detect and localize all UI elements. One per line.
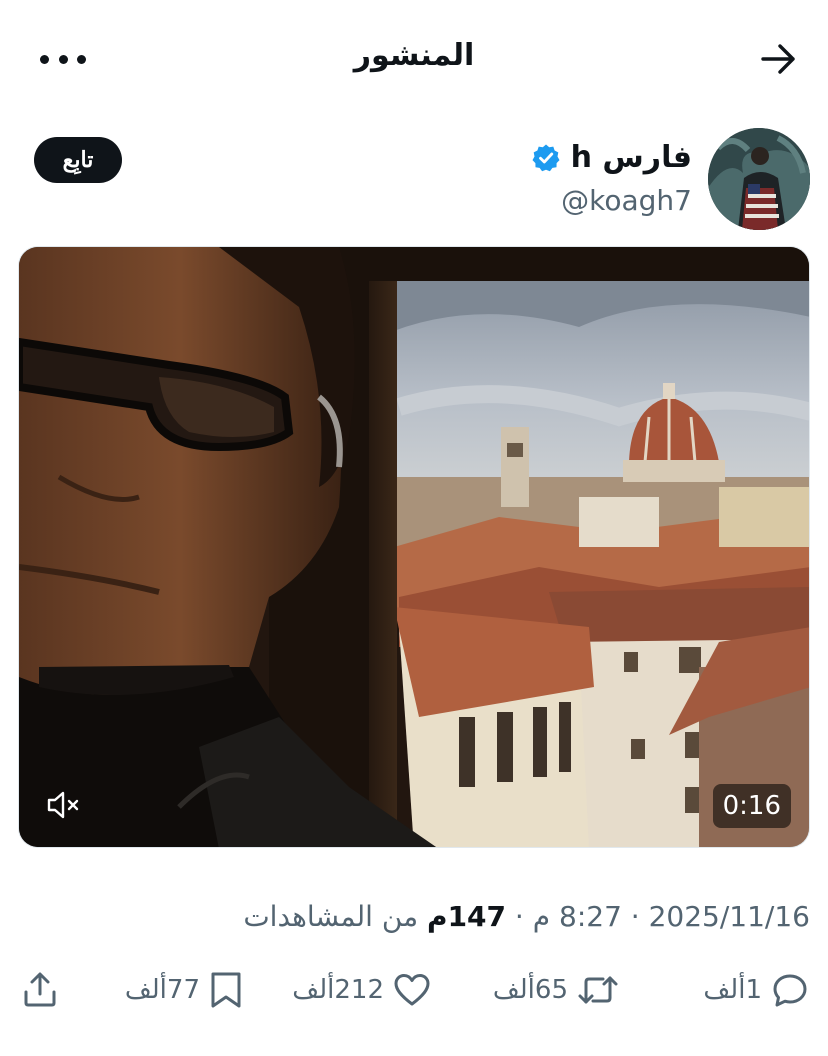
author-name-row: فارس h bbox=[531, 140, 692, 175]
speaker-muted-icon bbox=[47, 791, 79, 819]
author-name[interactable]: فارس h bbox=[571, 140, 692, 175]
video-duration: 0:16 bbox=[712, 784, 791, 828]
bookmark-button[interactable]: 77ألف bbox=[125, 960, 244, 1020]
reply-button[interactable]: 1ألف bbox=[703, 960, 810, 1020]
bookmark-icon bbox=[211, 972, 241, 1008]
avatar-image bbox=[708, 128, 810, 230]
meta-separator: · bbox=[621, 900, 640, 933]
repost-icon bbox=[578, 976, 618, 1004]
heart-icon bbox=[394, 974, 430, 1006]
author-handle[interactable]: @koagh7 bbox=[561, 184, 692, 217]
avatar[interactable] bbox=[708, 128, 810, 230]
verified-badge-icon bbox=[532, 144, 560, 171]
post-time[interactable]: 8:27 م bbox=[533, 900, 622, 933]
repost-count: 65ألف bbox=[492, 975, 568, 1005]
reply-count: 1ألف bbox=[703, 975, 762, 1005]
views-label: من المشاهدات bbox=[243, 900, 419, 933]
post-date[interactable]: 2025/11/16 bbox=[649, 900, 810, 933]
share-icon bbox=[24, 972, 56, 1007]
repost-button[interactable]: 65ألف bbox=[493, 960, 620, 1020]
top-bar: المنشور bbox=[0, 0, 828, 118]
like-button[interactable]: 212ألف bbox=[292, 960, 432, 1020]
action-bar: 1ألف 65ألف 212ألف 77ألف bbox=[0, 960, 828, 1020]
page-title: المنشور bbox=[353, 38, 475, 73]
reply-icon bbox=[773, 974, 807, 1007]
mute-button[interactable] bbox=[41, 787, 85, 823]
share-button[interactable] bbox=[20, 960, 60, 1020]
video-frame bbox=[19, 247, 809, 847]
like-count: 212ألف bbox=[292, 975, 384, 1005]
video-player[interactable]: 0:16 bbox=[18, 246, 810, 848]
meta-separator: · bbox=[506, 900, 524, 933]
bookmark-count: 77ألف bbox=[124, 975, 200, 1005]
follow-button[interactable]: تابِع bbox=[34, 137, 122, 183]
arrow-right-icon bbox=[761, 44, 795, 74]
back-button[interactable] bbox=[760, 42, 798, 76]
views-count: 147م bbox=[427, 900, 507, 933]
post-meta: 2025/11/16 · 8:27 م · 147م من المشاهدات bbox=[243, 900, 810, 933]
